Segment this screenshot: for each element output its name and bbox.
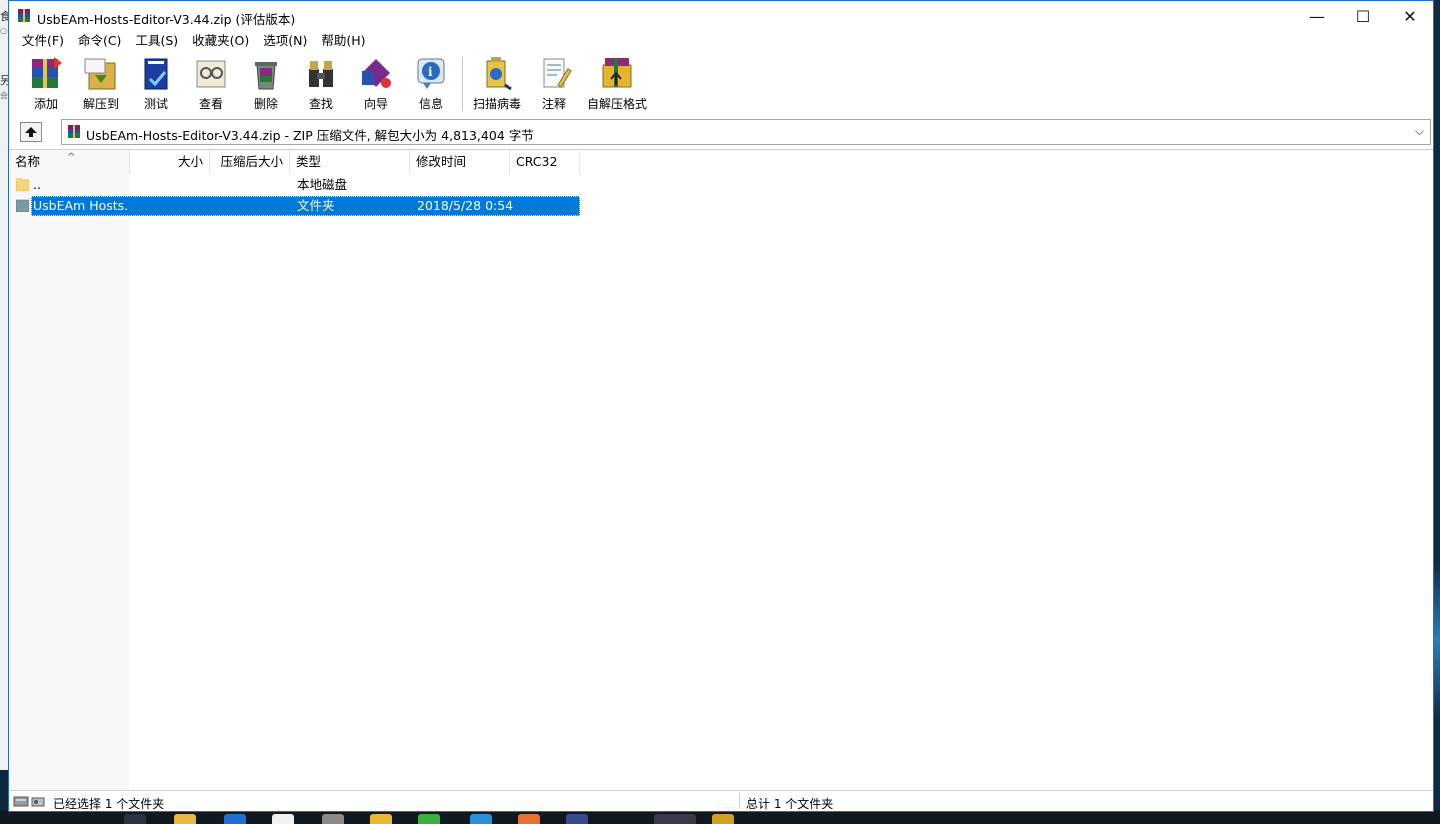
taskbar-app[interactable] — [470, 814, 492, 824]
toolbar: 添加 解压到 测试 查看 删除 查找 向导 i 信息 扫描病毒 注释 自解压格式 — [9, 53, 1433, 115]
menu-tools[interactable]: 工具(S) — [128, 31, 185, 51]
column-headers: 名称 ^ 大小 压缩后大小 类型 修改时间 CRC32 — [9, 150, 580, 174]
taskbar-winrar-active[interactable] — [654, 814, 696, 824]
add-button[interactable]: 添加 — [18, 53, 74, 113]
info-icon: i — [417, 58, 445, 89]
virus-scan-icon — [486, 57, 512, 91]
winrar-window: UsbEAm-Hosts-Editor-V3.44.zip (评估版本) — ☐… — [8, 0, 1434, 812]
taskbar-app[interactable] — [518, 814, 540, 824]
sfx-button[interactable]: 自解压格式 — [585, 53, 649, 113]
add-archive-icon — [32, 57, 62, 88]
find-button[interactable]: 查找 — [293, 53, 349, 113]
virus-scan-button[interactable]: 扫描病毒 — [467, 53, 527, 113]
window-title: UsbEAm-Hosts-Editor-V3.44.zip (评估版本) — [37, 12, 296, 27]
status-total-text: 总计 1 个文件夹 — [746, 797, 834, 811]
status-bar: 已经选择 1 个文件夹 总计 1 个文件夹 — [9, 790, 1433, 811]
folder-icon — [16, 199, 29, 212]
extract-to-label: 解压到 — [82, 97, 119, 111]
chevron-down-icon[interactable]: ⌵ — [1415, 124, 1424, 139]
menu-bar: 文件(F) 命令(C) 工具(S) 收藏夹(O) 选项(N) 帮助(H) — [9, 31, 1433, 51]
comment-button[interactable]: 注释 — [526, 53, 582, 113]
view-icon — [196, 60, 226, 88]
view-label: 查看 — [198, 97, 223, 111]
desktop-fragment-text: ○ — [0, 26, 7, 35]
file-type: 文件夹 — [297, 198, 335, 213]
taskbar-app[interactable] — [418, 814, 440, 824]
menu-commands[interactable]: 命令(C) — [71, 31, 128, 51]
taskbar — [0, 812, 1440, 824]
file-name: UsbEAm Hosts... — [33, 198, 129, 213]
wizard-button[interactable]: 向导 — [348, 53, 404, 113]
column-header-name[interactable]: 名称 ^ — [9, 150, 130, 174]
close-button[interactable]: ✕ — [1387, 1, 1433, 31]
status-selection-text: 已经选择 1 个文件夹 — [53, 797, 165, 811]
menu-favorites[interactable]: 收藏夹(O) — [185, 31, 256, 51]
taskbar-app[interactable] — [566, 814, 588, 824]
address-bar: UsbEAm-Hosts-Editor-V3.44.zip - ZIP 压缩文件… — [9, 118, 1433, 146]
find-icon — [309, 61, 333, 87]
column-header-crc[interactable]: CRC32 — [510, 150, 580, 174]
test-button[interactable]: 测试 — [128, 53, 184, 113]
delete-icon — [255, 62, 277, 90]
column-name-label: 名称 — [15, 154, 41, 169]
svg-text:i: i — [428, 65, 433, 79]
taskbar-task-view[interactable] — [124, 814, 146, 824]
parent-folder-icon — [16, 178, 29, 191]
up-arrow-icon — [25, 127, 37, 137]
sfx-icon — [602, 58, 632, 88]
sort-ascending-icon: ^ — [67, 152, 76, 163]
menu-file[interactable]: 文件(F) — [15, 31, 71, 51]
info-label: 信息 — [418, 97, 443, 111]
name-column-background — [9, 150, 129, 791]
desktop-background-right — [1434, 0, 1440, 810]
test-label: 测试 — [143, 97, 168, 111]
menu-help[interactable]: 帮助(H) — [314, 31, 372, 51]
wizard-label: 向导 — [363, 97, 388, 111]
toolbar-separator — [462, 57, 463, 111]
column-header-type[interactable]: 类型 — [290, 150, 410, 174]
maximize-button[interactable]: ☐ — [1340, 1, 1386, 31]
taskbar-app[interactable] — [370, 814, 392, 824]
menu-options[interactable]: 选项(N) — [256, 31, 314, 51]
view-button[interactable]: 查看 — [183, 53, 239, 113]
taskbar-explorer[interactable] — [174, 814, 196, 824]
archive-icon — [68, 125, 80, 138]
list-item[interactable]: .. 本地磁盘 — [9, 175, 580, 195]
up-folder-button[interactable] — [20, 122, 42, 142]
column-header-size[interactable]: 大小 — [130, 150, 210, 174]
title-bar[interactable]: UsbEAm-Hosts-Editor-V3.44.zip (评估版本) — ☐… — [9, 1, 1433, 31]
delete-button[interactable]: 删除 — [238, 53, 294, 113]
winrar-app-icon — [18, 9, 30, 22]
comment-icon — [543, 58, 572, 88]
add-label: 添加 — [33, 97, 58, 111]
desktop-fragment-text: 会 — [0, 91, 8, 100]
taskbar-store[interactable] — [322, 814, 344, 824]
taskbar-app[interactable] — [712, 814, 734, 824]
path-combobox[interactable]: UsbEAm-Hosts-Editor-V3.44.zip - ZIP 压缩文件… — [61, 119, 1431, 145]
sfx-label: 自解压格式 — [586, 97, 647, 111]
status-divider — [739, 793, 740, 809]
info-button[interactable]: i 信息 — [403, 53, 459, 113]
file-modified: 2018/5/28 0:54 — [417, 198, 514, 213]
extract-to-icon — [84, 58, 116, 90]
archive-path-text: UsbEAm-Hosts-Editor-V3.44.zip - ZIP 压缩文件… — [86, 128, 534, 143]
comment-label: 注释 — [541, 97, 566, 111]
file-name: .. — [33, 177, 41, 192]
column-header-packed[interactable]: 压缩后大小 — [210, 150, 290, 174]
wizard-icon — [362, 59, 391, 88]
minimize-button[interactable]: — — [1294, 1, 1340, 31]
taskbar-app[interactable] — [272, 814, 294, 824]
delete-label: 删除 — [253, 97, 278, 111]
extract-to-button[interactable]: 解压到 — [73, 53, 129, 113]
column-header-modified[interactable]: 修改时间 — [410, 150, 510, 174]
list-item-selected[interactable]: UsbEAm Hosts... 文件夹 2018/5/28 0:54 — [9, 196, 580, 216]
find-label: 查找 — [308, 97, 333, 111]
file-list: 名称 ^ 大小 压缩后大小 类型 修改时间 CRC32 .. 本地磁盘 UsbE… — [9, 149, 1433, 791]
test-icon — [144, 58, 168, 90]
drive-key-icon — [13, 796, 45, 807]
taskbar-edge[interactable] — [224, 814, 246, 824]
virus-scan-label: 扫描病毒 — [472, 97, 521, 111]
file-type: 本地磁盘 — [297, 177, 348, 192]
